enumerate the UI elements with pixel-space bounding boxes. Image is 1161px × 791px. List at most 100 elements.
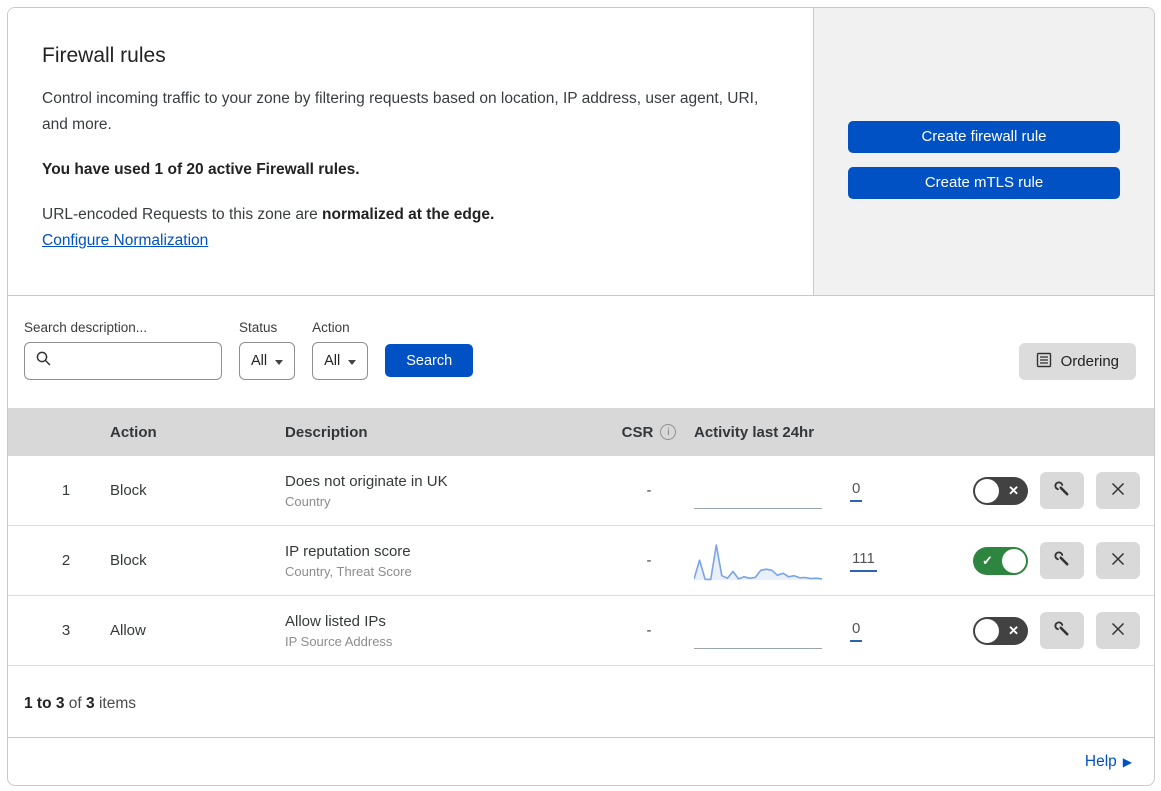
rule-priority: 2 <box>61 552 71 569</box>
help-link-label: Help <box>1084 752 1117 770</box>
ordering-button[interactable]: Ordering <box>1018 343 1136 380</box>
status-filter-group: Status All <box>239 320 296 380</box>
arrow-right-icon: ▶ <box>1122 754 1132 769</box>
rule-activity-cell: 0 <box>694 610 934 652</box>
rule-enabled-toggle[interactable]: ✕ <box>973 476 1028 505</box>
close-icon <box>1110 551 1126 570</box>
search-button[interactable]: Search <box>385 344 474 377</box>
rule-activity-cell: 111 <box>694 540 934 582</box>
rule-description-cell: IP reputation score Country, Threat Scor… <box>285 543 604 579</box>
wrench-icon <box>1053 550 1071 571</box>
activity-count-link[interactable]: 0 <box>850 480 863 502</box>
search-group: Search description... <box>24 320 233 380</box>
filter-bar: Search description... Status All Action … <box>8 296 1154 408</box>
toggle-off-icon: ✕ <box>1008 482 1019 498</box>
toggle-on-icon: ✓ <box>982 552 993 568</box>
rule-enabled-toggle[interactable]: ✕ <box>973 616 1028 645</box>
wrench-icon <box>1053 620 1071 641</box>
edit-rule-button[interactable] <box>1040 542 1084 579</box>
edit-rule-button[interactable] <box>1040 612 1084 649</box>
help-link[interactable]: Help ▶ <box>1085 753 1132 771</box>
rule-controls: ✓ <box>934 542 1140 579</box>
delete-rule-button[interactable] <box>1096 472 1140 509</box>
items-of: of <box>64 695 87 712</box>
column-action: Action <box>110 423 157 441</box>
delete-rule-button[interactable] <box>1096 542 1140 579</box>
action-label: Action <box>312 320 350 335</box>
normalization-note-text: URL-encoded Requests to this zone are <box>42 206 323 224</box>
rule-controls: ✕ <box>934 612 1140 649</box>
rule-csr: - <box>646 552 652 569</box>
activity-sparkline <box>694 470 822 512</box>
chevron-down-icon <box>275 359 284 365</box>
table-row: 2 Block IP reputation score Country, Thr… <box>8 526 1154 596</box>
chevron-down-icon <box>348 359 357 365</box>
rule-description: Does not originate in UK <box>285 472 448 490</box>
close-icon <box>1110 481 1126 500</box>
info-icon[interactable]: i <box>660 424 677 440</box>
rule-csr: - <box>646 482 652 499</box>
column-csr: CSR i <box>604 424 694 441</box>
help-footer: Help ▶ <box>8 738 1154 785</box>
wrench-icon <box>1053 480 1071 501</box>
rule-activity-cell: 0 <box>694 470 934 512</box>
activity-count-link[interactable]: 0 <box>850 620 863 642</box>
action-filter-group: Action All <box>312 320 369 380</box>
table-row: 3 Allow Allow listed IPs IP Source Addre… <box>8 596 1154 666</box>
rule-action: Block <box>110 552 147 569</box>
close-icon <box>1110 621 1126 640</box>
column-description: Description <box>285 423 368 441</box>
items-range: 1 to 3 <box>24 695 65 712</box>
toggle-knob <box>975 618 999 643</box>
rule-priority: 1 <box>61 482 71 499</box>
rule-controls: ✕ <box>934 472 1140 509</box>
rule-priority: 3 <box>61 622 71 639</box>
normalization-note-bold: normalized at the edge. <box>322 206 495 224</box>
usage-summary: You have used 1 of 20 active Firewall ru… <box>42 161 360 179</box>
activity-sparkline <box>694 540 822 582</box>
header-section: Firewall rules Control incoming traffic … <box>8 8 1154 296</box>
table-row: 1 Block Does not originate in UK Country… <box>8 456 1154 526</box>
items-total: 3 <box>86 695 95 712</box>
firewall-rules-card: Firewall rules Control incoming traffic … <box>7 7 1155 786</box>
header-actions-panel: Create firewall rule Create mTLS rule <box>814 8 1154 295</box>
edit-rule-button[interactable] <box>1040 472 1084 509</box>
toggle-knob <box>975 478 999 503</box>
page-title: Firewall rules <box>42 44 166 67</box>
activity-count-link[interactable]: 111 <box>850 550 877 572</box>
rule-criteria: Country, Threat Score <box>285 563 412 579</box>
header-description-panel: Firewall rules Control incoming traffic … <box>8 8 814 295</box>
ordering-button-label: Ordering <box>1060 353 1119 370</box>
toggle-off-icon: ✕ <box>1008 622 1019 638</box>
rule-description-cell: Does not originate in UK Country <box>285 473 604 509</box>
pagination-summary: 1 to 3 of 3 items <box>8 667 1154 738</box>
rule-description: Allow listed IPs <box>285 612 386 630</box>
rule-enabled-toggle[interactable]: ✓ <box>973 546 1028 575</box>
delete-rule-button[interactable] <box>1096 612 1140 649</box>
action-select[interactable]: All <box>312 342 369 380</box>
rule-description: IP reputation score <box>285 542 411 560</box>
normalization-note: URL-encoded Requests to this zone are no… <box>42 206 769 224</box>
rule-csr: - <box>646 622 652 639</box>
rule-description-cell: Allow listed IPs IP Source Address <box>285 613 604 649</box>
create-mtls-rule-button[interactable]: Create mTLS rule <box>848 166 1120 199</box>
rule-criteria: Country <box>285 493 331 509</box>
rule-action: Allow <box>110 622 146 639</box>
table-header: Action Description CSR i Activity last 2… <box>8 408 1154 456</box>
column-csr-label: CSR <box>621 423 654 441</box>
action-select-value: All <box>324 353 341 369</box>
search-icon <box>35 350 52 372</box>
list-icon <box>1036 352 1052 372</box>
items-word: items <box>94 695 136 712</box>
search-label: Search description... <box>24 320 148 335</box>
status-select[interactable]: All <box>239 342 296 380</box>
column-activity: Activity last 24hr <box>694 423 815 441</box>
rule-action: Block <box>110 482 147 499</box>
search-input-box[interactable] <box>24 342 233 380</box>
create-firewall-rule-button[interactable]: Create firewall rule <box>848 120 1120 153</box>
rule-criteria: IP Source Address <box>285 633 393 649</box>
configure-normalization-link[interactable]: Configure Normalization <box>42 232 208 249</box>
toggle-knob <box>1002 548 1026 573</box>
search-input[interactable] <box>52 353 233 369</box>
status-select-value: All <box>251 353 268 369</box>
